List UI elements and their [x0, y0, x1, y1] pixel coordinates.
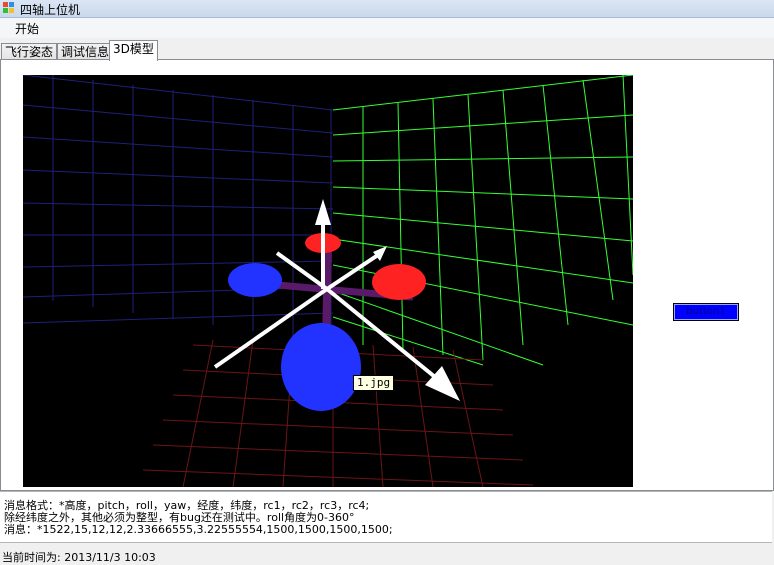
menu-start[interactable]: 开始 — [13, 20, 41, 37]
window-title: 四轴上位机 — [20, 3, 81, 17]
rotor-left — [228, 263, 282, 297]
axis-arrow-up — [315, 199, 331, 225]
message-line: 消息：*1522,15,12,12,2.33666555,3.22555554,… — [4, 523, 393, 536]
tab-strip: 飞行姿态 调试信息 3D模型 — [0, 40, 774, 61]
status-bar: 当前时间为: 2013/11/3 10:03 — [0, 545, 774, 564]
rotor-right — [372, 264, 426, 300]
tab-debug-info[interactable]: 调试信息 — [57, 43, 114, 60]
tab-flight-attitude[interactable]: 飞行姿态 — [1, 43, 58, 60]
message-box[interactable]: 消息格式：*高度，pitch，roll，yaw，经度，纬度，rc1，rc2，rc… — [0, 491, 772, 543]
button1[interactable]: button1 — [673, 303, 739, 321]
left-wall-grid — [23, 75, 334, 343]
3d-viewport[interactable] — [23, 75, 633, 487]
title-bar: 四轴上位机 — [0, 0, 774, 18]
status-time: 当前时间为: 2013/11/3 10:03 — [2, 551, 156, 564]
tab-3d-model[interactable]: 3D模型 — [109, 40, 158, 61]
tooltip: 1.jpg — [353, 375, 395, 391]
rotor-back — [281, 323, 361, 411]
menu-bar: 开始 — [0, 18, 774, 38]
app-icon — [3, 2, 15, 14]
right-wall-grid — [332, 75, 633, 366]
